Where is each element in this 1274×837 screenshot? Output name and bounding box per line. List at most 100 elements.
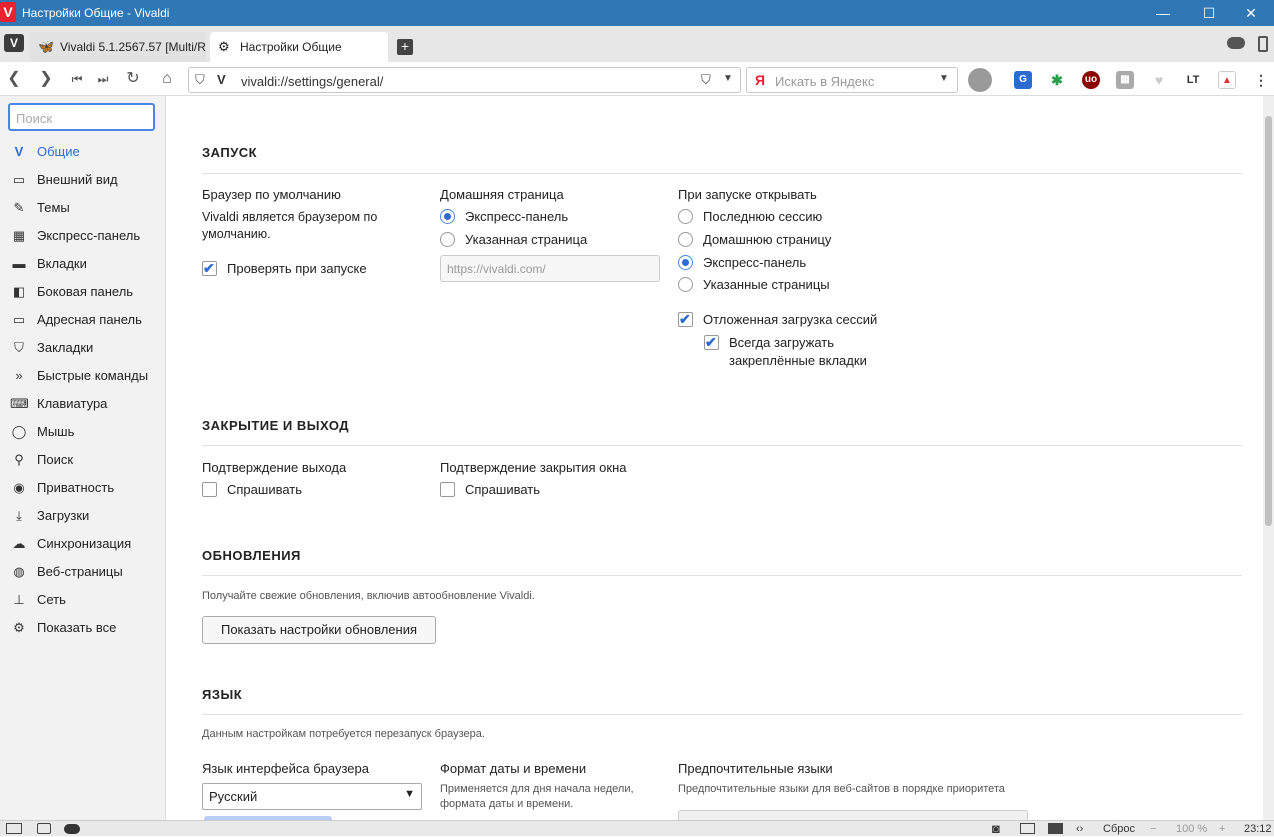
- radio[interactable]: [678, 277, 693, 292]
- bookmark-icon[interactable]: ⛉: [701, 72, 711, 88]
- checkbox[interactable]: [202, 482, 217, 497]
- sidebar-item-panel[interactable]: ◧ Боковая панель: [0, 278, 166, 306]
- sidebar-item-keyboard[interactable]: ⌨ Клавиатура: [0, 390, 166, 418]
- checkbox[interactable]: [678, 310, 693, 328]
- new-tab-button[interactable]: +: [397, 39, 413, 55]
- chevron-down-icon[interactable]: ▼: [939, 73, 949, 84]
- home-button[interactable]: ⌂: [156, 69, 178, 89]
- profile-avatar[interactable]: [968, 68, 992, 92]
- datetime-format-label: Формат даты и времени: [440, 761, 587, 776]
- yandex-icon[interactable]: Я: [755, 72, 765, 88]
- image-icon[interactable]: [1048, 823, 1063, 834]
- radio-label: Домашнюю страницу: [703, 232, 832, 247]
- code-icon[interactable]: ‹›: [1076, 821, 1083, 837]
- tile-tabs-icon[interactable]: [1020, 823, 1035, 834]
- sidebar-item-show-all[interactable]: ⚙ Показать все: [0, 614, 166, 642]
- radio[interactable]: [678, 232, 693, 247]
- checkbox-label: Спрашивать: [227, 482, 303, 497]
- quick-commands-icon: »: [15, 368, 23, 383]
- radio[interactable]: [678, 209, 693, 224]
- sidebar-item-speed-dial[interactable]: ▦ Экспресс-панель: [0, 222, 166, 250]
- sidebar-item-themes[interactable]: ✎ Темы: [0, 194, 166, 222]
- camera-icon[interactable]: ◙: [992, 821, 1000, 837]
- mouse-icon: ◯: [11, 424, 27, 439]
- reload-button[interactable]: ↻: [122, 69, 144, 89]
- sidebar-item-network[interactable]: ⊥ Сеть: [0, 586, 166, 614]
- scrollbar-thumb[interactable]: [1265, 116, 1272, 526]
- sidebar-item-mouse[interactable]: ◯ Мышь: [0, 418, 166, 446]
- vivaldi-menu-button[interactable]: V: [4, 34, 24, 52]
- grid-icon: ▦: [12, 228, 26, 243]
- extension-heart-icon[interactable]: ♥: [1150, 71, 1168, 89]
- search-placeholder[interactable]: Искать в Яндекс: [775, 74, 874, 89]
- forward-button[interactable]: ❯: [35, 69, 57, 89]
- minimize-button[interactable]: —: [1140, 0, 1186, 26]
- radio[interactable]: [440, 232, 455, 247]
- rewind-button[interactable]: ⏮: [66, 69, 88, 89]
- show-update-settings-button[interactable]: Показать настройки обновления: [202, 616, 436, 644]
- radio[interactable]: [678, 255, 693, 270]
- content-scrollbar[interactable]: [1263, 96, 1274, 820]
- sidebar-item-privacy[interactable]: ◉ Приватность: [0, 474, 166, 502]
- sidebar-item-downloads[interactable]: ⤓ Загрузки: [0, 502, 166, 530]
- translate-extension-icon[interactable]: G: [1014, 71, 1032, 89]
- sidebar-item-bookmarks[interactable]: ⛉ Закладки: [0, 334, 166, 362]
- tab-settings[interactable]: ⚙ Настройки Общие: [210, 32, 388, 62]
- sidebar-item-label: Закладки: [37, 340, 94, 355]
- sidebar-item-label: Общие: [37, 144, 80, 159]
- menu-dots-icon[interactable]: ⋮: [1252, 71, 1270, 89]
- tile-icon[interactable]: [37, 823, 51, 834]
- homepage-label: Домашняя страница: [440, 187, 564, 202]
- sidebar-item-appearance[interactable]: ▭ Внешний вид: [0, 166, 166, 194]
- sidebar-item-webpages[interactable]: ◍ Веб-страницы: [0, 558, 166, 586]
- chevron-down-icon[interactable]: ▼: [723, 73, 733, 84]
- zoom-level[interactable]: 100 %: [1176, 821, 1207, 837]
- preferred-languages-list[interactable]: [678, 810, 1028, 820]
- cloud-sync-icon[interactable]: [1227, 37, 1245, 49]
- languagetool-icon[interactable]: LT: [1184, 71, 1202, 89]
- radio[interactable]: [440, 209, 455, 224]
- default-browser-status-line1: Vivaldi является браузером по: [202, 210, 378, 224]
- checkbox[interactable]: [440, 482, 455, 497]
- sidebar-item-general[interactable]: V Общие: [0, 138, 166, 166]
- close-button[interactable]: ✕: [1228, 0, 1274, 26]
- sync-cloud-icon[interactable]: [64, 824, 80, 834]
- maximize-button[interactable]: ☐: [1186, 0, 1232, 26]
- reset-zoom-button[interactable]: Сброс: [1103, 821, 1135, 837]
- homepage-url-input[interactable]: https://vivaldi.com/: [440, 255, 660, 282]
- search-field[interactable]: Я Искать в Яндекс ▼: [746, 67, 958, 93]
- sidebar-item-label: Показать все: [37, 620, 117, 635]
- radio-label: Экспресс-панель: [703, 255, 807, 270]
- trash-icon[interactable]: [1258, 36, 1268, 52]
- datetime-hint-line1: Применяется для дня начала недели,: [440, 783, 634, 795]
- fast-forward-button[interactable]: ⏭: [92, 69, 114, 89]
- sidebar-item-quick-commands[interactable]: » Быстрые команды: [0, 362, 166, 390]
- sidebar-item-search[interactable]: ⚲ Поиск: [0, 446, 166, 474]
- sidebar-item-sync[interactable]: ☁ Синхронизация: [0, 530, 166, 558]
- settings-search-input[interactable]: Поиск: [8, 103, 155, 131]
- checkbox[interactable]: [202, 259, 217, 277]
- image-extension-icon[interactable]: ▲: [1218, 71, 1236, 89]
- bookmark-icon: ⛉: [14, 340, 24, 355]
- tab-vivaldi-version[interactable]: 🦋 Vivaldi 5.1.2567.57 [Multi/R: [30, 32, 206, 62]
- vivaldi-logo-icon[interactable]: V: [0, 2, 16, 22]
- shield-icon[interactable]: ⛉: [195, 72, 205, 88]
- panel-icon: ◧: [12, 284, 26, 299]
- divider: [202, 445, 1242, 446]
- sidebar-item-tabs[interactable]: ▬ Вкладки: [0, 250, 166, 278]
- sidebar-item-address-bar[interactable]: ▭ Адресная панель: [0, 306, 166, 334]
- address-field[interactable]: ⛉ V vivaldi://settings/general/ ⛉ ▼: [188, 67, 741, 93]
- section-heading-closing: ЗАКРЫТИЕ И ВЫХОД: [202, 418, 350, 433]
- ublock-icon[interactable]: uo: [1082, 71, 1100, 89]
- back-button[interactable]: ❮: [3, 69, 25, 89]
- zoom-in-button[interactable]: +: [1219, 821, 1225, 837]
- panel-toggle-icon[interactable]: [6, 823, 22, 834]
- url-text[interactable]: vivaldi://settings/general/: [241, 74, 383, 89]
- extension-grid-icon[interactable]: ▦: [1116, 71, 1134, 89]
- zoom-out-button[interactable]: −: [1150, 821, 1156, 837]
- brush-icon: ✎: [13, 200, 25, 215]
- checkbox[interactable]: [704, 333, 719, 351]
- extension-star-icon[interactable]: ✱: [1048, 71, 1066, 89]
- divider: [202, 714, 1242, 715]
- ui-language-select[interactable]: Русский ▼: [202, 783, 422, 810]
